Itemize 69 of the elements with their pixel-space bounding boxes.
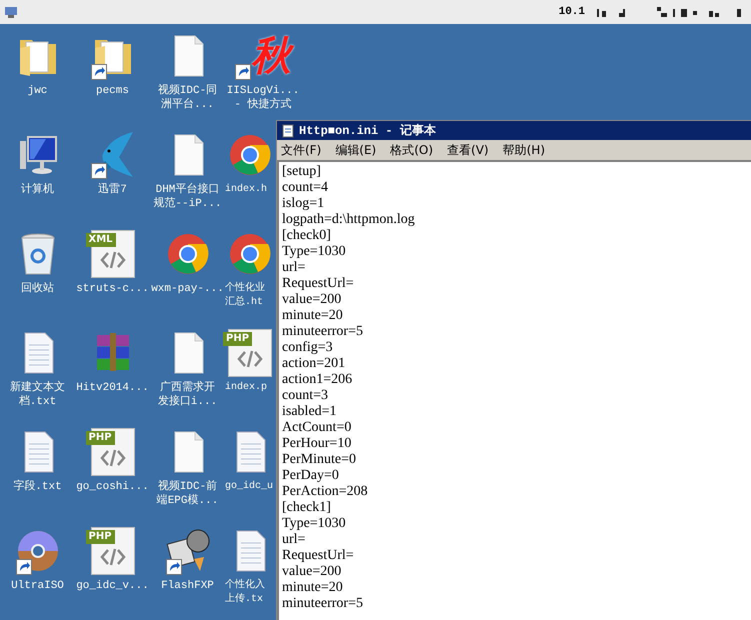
icon-label[interactable]: 字段.txt: [13, 480, 62, 494]
text-line: [check0]: [282, 228, 332, 244]
text-line: ActCount=0: [282, 420, 352, 436]
icon-label[interactable]: 回收站: [21, 282, 54, 296]
icon-label[interactable]: 视频IDC-前 端EPG模...: [156, 480, 218, 508]
text-line: PerHour=10: [282, 436, 352, 452]
code-brackets-icon: [100, 449, 126, 467]
icon-label[interactable]: go_idc_u: [225, 480, 274, 494]
file-type-badge: PHP: [86, 431, 115, 445]
text-line: value=200: [282, 564, 342, 580]
text-line: count=3: [282, 388, 329, 404]
text-line: PerDay=0: [282, 468, 340, 484]
icon-label[interactable]: 计算机: [21, 183, 54, 197]
text-line: url=: [282, 260, 306, 276]
icon-label[interactable]: 个性化业 汇总.ht: [225, 282, 265, 310]
icon-label[interactable]: 迅雷7: [98, 183, 127, 197]
icon-label[interactable]: index.h: [225, 183, 268, 197]
icon-label[interactable]: pecms: [96, 84, 129, 98]
icon-label[interactable]: wxm-pay-...: [151, 282, 224, 296]
notepad-icon: [281, 124, 295, 138]
text-line: action1=206: [282, 372, 354, 388]
text-line: minute=20: [282, 308, 344, 324]
icon-label[interactable]: IISLogVi... - 快捷方式: [226, 84, 300, 112]
text-line: minuteerror=5: [282, 324, 364, 340]
text-line: minute=20: [282, 580, 344, 596]
window-title: Http■on.ini - 记事本: [299, 122, 436, 140]
text-line: PerMinute=0: [282, 452, 357, 468]
icon-label[interactable]: jwc: [28, 84, 48, 98]
top-bar-text: 10.1: [558, 4, 585, 20]
icon-label[interactable]: FlashFXP: [161, 579, 214, 593]
text-line: [setup]: [282, 164, 322, 180]
icon-label[interactable]: go_coshi...: [76, 480, 149, 494]
file-type-badge: PHP: [86, 530, 115, 544]
menu-item[interactable]: 帮助(H): [502, 141, 545, 159]
icon-label[interactable]: 视频IDC-同 洲平台...: [158, 84, 218, 112]
menu-item[interactable]: 文件(F): [281, 141, 322, 159]
text-line: action=201: [282, 356, 346, 372]
icon-label[interactable]: 个性化入 上传.tx: [225, 579, 265, 607]
text-line: Type=1030: [282, 244, 347, 260]
code-brackets-icon: [100, 548, 126, 566]
text-line: RequestUrl=: [282, 276, 355, 292]
menu-item[interactable]: 格式(O): [390, 141, 434, 159]
text-line: Type=1030: [282, 516, 347, 532]
file-type-badge: PHP: [223, 332, 252, 346]
text-line: value=200: [282, 292, 342, 308]
icon-label[interactable]: go_idc_v...: [76, 579, 149, 593]
text-line: PerAction=208: [282, 484, 369, 500]
file-type-badge: XML: [86, 233, 116, 247]
text-line: islog=1: [282, 196, 326, 212]
icon-label[interactable]: Hitv2014...: [76, 381, 149, 395]
text-line: count=4: [282, 180, 329, 196]
menu-item[interactable]: 编辑(E): [335, 141, 376, 159]
icon-label[interactable]: index.p: [225, 381, 268, 395]
icon-label[interactable]: struts-c...: [76, 282, 149, 296]
text-line: isabled=1: [282, 404, 338, 420]
remote-desktop-icon: [4, 5, 18, 19]
code-brackets-icon: [237, 350, 263, 368]
icon-label[interactable]: 新建文本文 档.txt: [10, 381, 65, 409]
text-line: url=: [282, 532, 306, 548]
text-line: config=3: [282, 340, 334, 356]
text-line: [check1]: [282, 500, 332, 516]
text-line: logpath=d:\httpmon.log: [282, 212, 416, 228]
menu-item[interactable]: 查看(V): [447, 141, 489, 159]
code-brackets-icon: [100, 251, 126, 269]
text-line: minuteerror=5: [282, 596, 364, 612]
icon-label[interactable]: UltraISO: [11, 579, 64, 593]
icon-label[interactable]: DHM平台接口 规范--iP...: [153, 183, 222, 211]
icon-label[interactable]: 广西需求开 发接口i...: [158, 381, 218, 409]
text-line: RequestUrl=: [282, 548, 355, 564]
